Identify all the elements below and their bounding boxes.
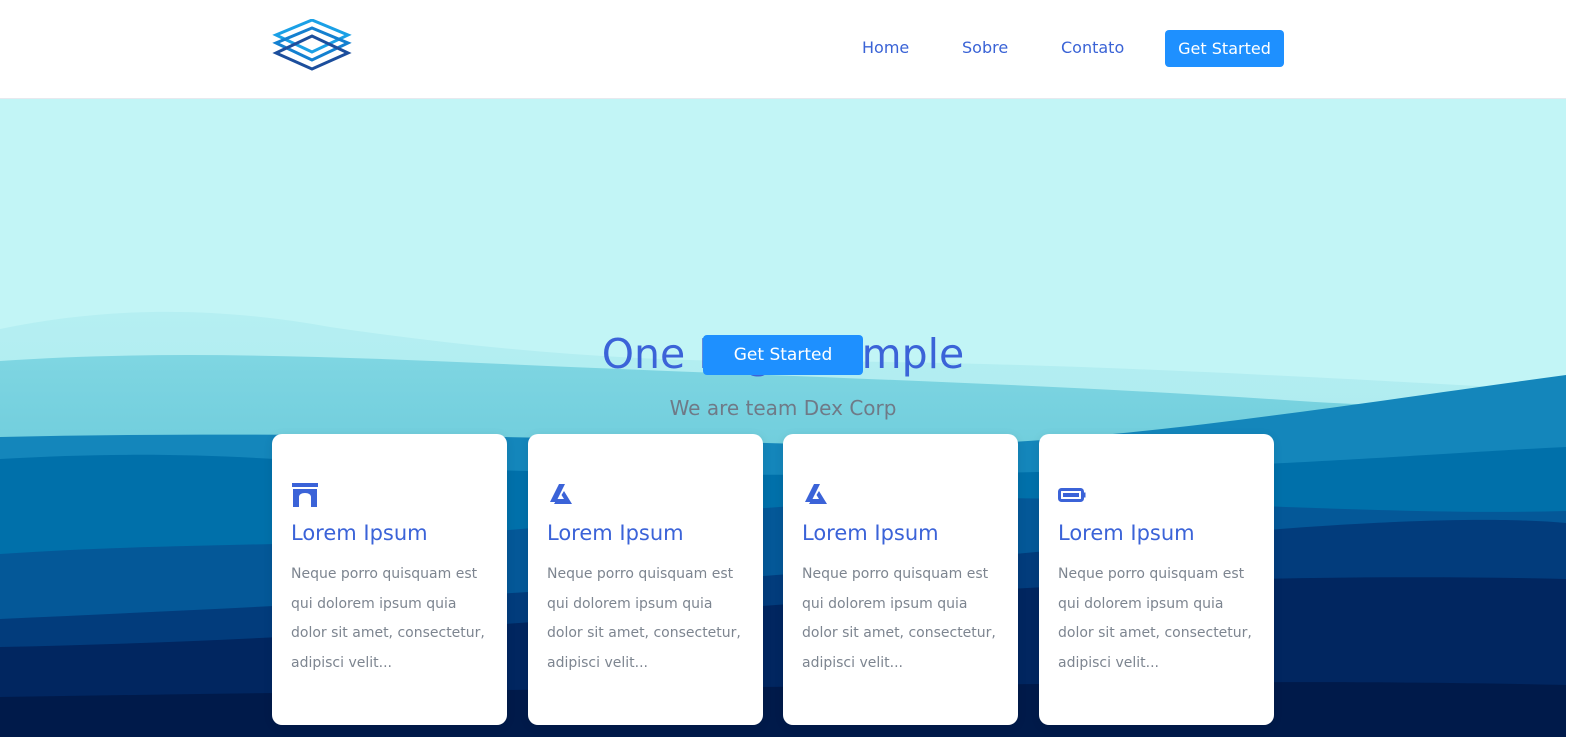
nav-get-started-button[interactable]: Get Started [1165,30,1284,67]
card-title: Lorem Ipsum [1058,521,1195,545]
navbar: Home Sobre Contato Get Started [0,0,1566,99]
nav-link-home[interactable]: Home [862,38,909,57]
card-text: Neque porro quisquam est qui dolorem ips… [802,566,996,671]
feature-card: Lorem Ipsum Neque porro quisquam est qui… [528,434,763,725]
feature-card: Lorem Ipsum Neque porro quisquam est qui… [1039,434,1274,725]
hero-get-started-button[interactable]: Get Started [703,335,863,375]
layered-diamond-logo-icon[interactable] [272,19,352,73]
nav-link-contato[interactable]: Contato [1061,38,1124,57]
hero-subtitle: We are team Dex Corp [669,396,897,420]
triangle-logo-icon [805,484,827,504]
card-title: Lorem Ipsum [291,521,428,545]
battery-icon [1058,488,1086,502]
feature-card: Lorem Ipsum Neque porro quisquam est qui… [272,434,507,725]
card-title: Lorem Ipsum [547,521,684,545]
nav-link-sobre[interactable]: Sobre [962,38,1008,57]
card-text: Neque porro quisquam est qui dolorem ips… [291,566,485,671]
card-title: Lorem Ipsum [802,521,939,545]
page-edge [1566,0,1590,737]
feature-card: Lorem Ipsum Neque porro quisquam est qui… [783,434,1018,725]
archway-icon [292,483,318,507]
triangle-logo-icon [550,484,572,504]
card-text: Neque porro quisquam est qui dolorem ips… [1058,566,1252,671]
card-text: Neque porro quisquam est qui dolorem ips… [547,566,741,671]
